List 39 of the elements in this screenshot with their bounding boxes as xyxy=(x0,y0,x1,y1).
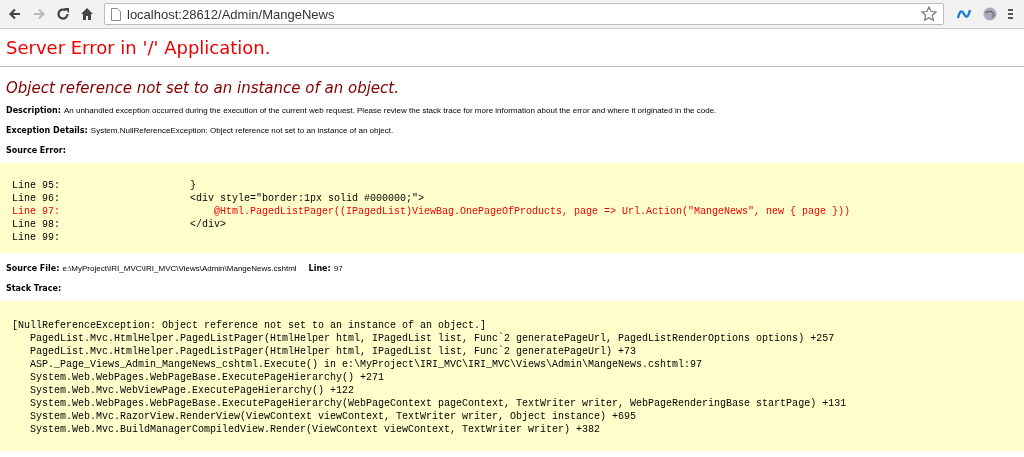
page-icon xyxy=(111,7,121,21)
code-line: } xyxy=(190,179,196,192)
error-message: Object reference not set to an instance of an object. xyxy=(6,79,400,97)
stack-frame: PagedList.Mvc.HtmlHelper.PagedListPager(HtmlHelper html, IPagedList list, Func`2 generatePageUrl) +73 xyxy=(30,345,637,358)
line-number: Line 95: xyxy=(12,179,61,192)
stack-frame: System.Web.WebPages.WebPageBase.ExecutePageHierarchy() +271 xyxy=(30,371,385,384)
page-title: Server Error in '/' Application. xyxy=(6,37,272,58)
stack-frame: System.Web.Mvc.WebViewPage.ExecutePageHierarchy() +122 xyxy=(30,384,355,397)
menu-icon[interactable] xyxy=(1008,6,1014,22)
reload-icon xyxy=(56,7,70,21)
detail-label: Line: xyxy=(308,264,331,273)
line-number: Line 96: xyxy=(12,192,61,205)
stack-frame: PagedList.Mvc.HtmlHelper.PagedListPager(HtmlHelper html, IPagedList list, Func`2 generatePageUrl, PagedListRenderOptions options) +257 xyxy=(30,332,835,345)
file-path: e:\MyProject\IRI_MVC\IRI_MVC\Views\Admin\MangeNews.cshtml xyxy=(62,264,297,273)
detail-text: System.NullReferenceException: Object reference not set to an instance of an object. xyxy=(90,126,394,135)
detail-label: Exception Details: xyxy=(6,126,88,135)
section-heading: Source Error: xyxy=(6,146,66,155)
section-heading: Stack Trace: xyxy=(6,284,62,293)
address-bar[interactable]: localhost:28612/Admin/MangeNews xyxy=(104,3,944,25)
stack-frame: System.Web.Mvc.RazorView.RenderView(ViewContext viewContext, TextWriter writer, Object instance) +695 xyxy=(30,410,637,423)
detail-text: An unhandled exception occurred during the execution of the current web request. Please review the stack trace for more information about the error and where it originated in the code. xyxy=(63,106,717,115)
exception-line: [NullReferenceException: Object reference not set to an instance of an object.] xyxy=(12,319,487,332)
line-number: Line 98: xyxy=(12,218,61,231)
line-number: Line 97: xyxy=(12,205,61,218)
star-icon[interactable] xyxy=(921,6,937,22)
code-line: <div style="border:1px solid #000000;"> xyxy=(190,192,425,205)
line-number: Line 99: xyxy=(12,231,61,244)
stack-frame: System.Web.WebPages.WebPageBase.ExecutePageHierarchy(WebPageContext pageContext, TextWriter writer, WebPageRenderingBase startPage) +131 xyxy=(30,397,847,410)
right-arrow-icon xyxy=(32,7,46,21)
line-value: 97 xyxy=(333,264,343,273)
home-icon xyxy=(80,7,94,21)
globe-icon[interactable] xyxy=(982,6,998,22)
code-line: @Html.PagedListPager((IPagedList)ViewBag.OnePageOfProducts, page => Url.Action("MangeNews", new { page })) xyxy=(213,205,851,218)
stack-frame: System.Web.Mvc.BuildManagerCompiledView.Render(ViewContext viewContext, TextWriter writer) +382 xyxy=(30,423,601,436)
detail-label: Description: xyxy=(6,106,61,115)
detail-label: Source File: xyxy=(6,264,60,273)
left-arrow-icon xyxy=(8,7,22,21)
code-line: </div> xyxy=(190,218,226,231)
stack-frame: ASP._Page_Views_Admin_MangeNews_cshtml.Execute() in e:\MyProject\IRI_MVC\IRI_MVC\Views\Admin\MangeNews.cshtml:97 xyxy=(30,358,703,371)
